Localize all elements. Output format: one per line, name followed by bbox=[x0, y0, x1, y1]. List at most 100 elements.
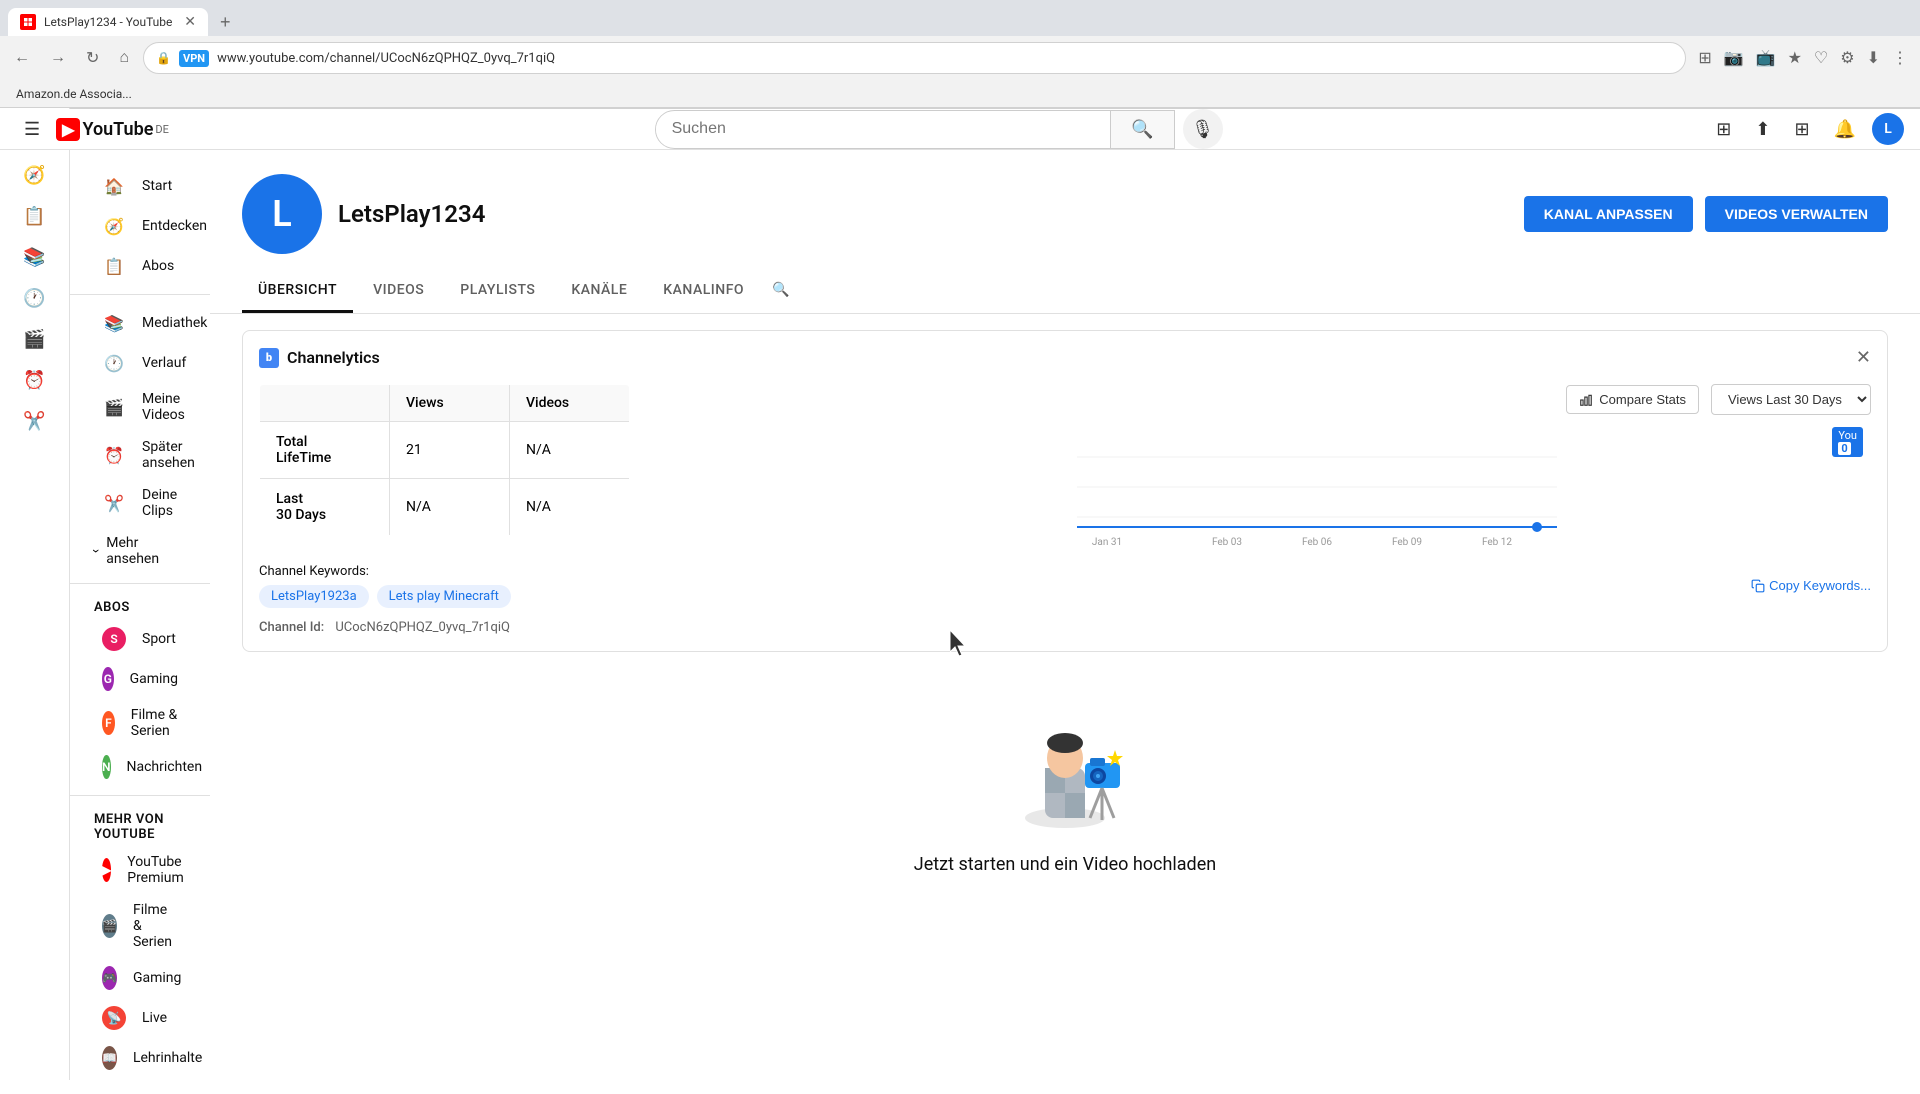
screenshot-icon[interactable]: 📷 bbox=[1720, 44, 1748, 72]
user-avatar[interactable]: L bbox=[1872, 113, 1904, 145]
gaming-avatar: G bbox=[102, 667, 114, 691]
notifications-button[interactable]: 🔔 bbox=[1826, 111, 1864, 148]
url-bar[interactable]: 🔒 VPN www.youtube.com/channel/UCocN6zQPH… bbox=[143, 42, 1686, 74]
extensions-icon[interactable]: ⊞ bbox=[1694, 44, 1715, 72]
mini-sidebar-home[interactable]: 🏠 bbox=[0, 150, 69, 153]
sidebar-item-start[interactable]: 🏠 Start bbox=[78, 166, 202, 206]
toolbar-icons: ⊞ 📷 📺 ★ ♡ ⚙ ⬇ ⋮ bbox=[1694, 44, 1912, 72]
settings-icon[interactable]: ⚙ bbox=[1836, 44, 1858, 72]
bookmark-star-icon[interactable]: ★ bbox=[1784, 44, 1806, 72]
sidebar-label-clips: Deine Clips bbox=[142, 487, 178, 519]
tab-search-icon[interactable]: 🔍 bbox=[764, 270, 797, 313]
upload-button[interactable]: ⬆ bbox=[1747, 111, 1778, 148]
lock-icon: 🔒 bbox=[156, 51, 171, 65]
mini-sidebar-library[interactable]: 📚 bbox=[0, 239, 69, 276]
channel-header: L LetsPlay1234 KANAL ANPASSEN VIDEOS VER… bbox=[210, 150, 1920, 254]
tab-kanalinfo[interactable]: KANALINFO bbox=[647, 270, 760, 313]
explore-icon: 🧭 bbox=[102, 214, 126, 238]
youtube-logo[interactable]: ▶ YouTube DE bbox=[56, 118, 169, 141]
sidebar-label-verlauf: Verlauf bbox=[142, 355, 186, 371]
last-views-value: N/A bbox=[406, 499, 431, 515]
sidebar-more-button[interactable]: › Mehr ansehen bbox=[70, 527, 210, 575]
keywords-section: Channel Keywords: LetsPlay1923a Lets pla… bbox=[259, 563, 1871, 608]
sidebar-divider-1 bbox=[70, 294, 210, 295]
tab-playlists-label: PLAYLISTS bbox=[460, 282, 535, 298]
sidebar-gaming2[interactable]: 🎮 Gaming bbox=[78, 958, 202, 998]
mini-sidebar-myvideos[interactable]: 🎬 bbox=[0, 321, 69, 358]
cast-icon[interactable]: 📺 bbox=[1752, 44, 1780, 72]
empty-state-text: Jetzt starten und ein Video hochladen bbox=[914, 854, 1216, 875]
sidebar-channel-gaming[interactable]: G Gaming bbox=[78, 659, 202, 699]
sidebar-item-spater[interactable]: ⏰ Später ansehen bbox=[78, 431, 202, 479]
tab-ubersicht[interactable]: ÜBERSICHT bbox=[242, 270, 353, 313]
sidebar-label-lehrinhalte: Lehrinhalte bbox=[133, 1050, 202, 1066]
total-views-value: 21 bbox=[406, 442, 422, 458]
sidebar-label-live: Live bbox=[142, 1010, 167, 1026]
tab-videos[interactable]: VIDEOS bbox=[357, 270, 440, 313]
tab-kanalinfo-label: KANALINFO bbox=[663, 282, 744, 298]
download-icon[interactable]: ⬇ bbox=[1863, 44, 1884, 72]
sidebar-filme-serien[interactable]: 🎬 Filme & Serien bbox=[78, 894, 202, 958]
panel-close-button[interactable]: ✕ bbox=[1856, 347, 1871, 368]
tab-playlists[interactable]: PLAYLISTS bbox=[444, 270, 551, 313]
abos-icon: 📋 bbox=[102, 254, 126, 278]
sidebar-item-abos[interactable]: 📋 Abos bbox=[78, 246, 202, 286]
forward-button[interactable]: → bbox=[44, 45, 72, 71]
mini-sidebar-explore[interactable]: 🧭 bbox=[0, 157, 69, 194]
sport-avatar: S bbox=[102, 627, 126, 651]
sidebar-live[interactable]: 📡 Live bbox=[78, 998, 202, 1038]
reload-button[interactable]: ↻ bbox=[80, 44, 105, 72]
sidebar-channel-filme[interactable]: F Filme & Serien bbox=[78, 699, 202, 747]
total-videos-value: N/A bbox=[526, 442, 551, 458]
sidebar-item-entdecken[interactable]: 🧭 Entdecken bbox=[78, 206, 202, 246]
sidebar-item-mediathek[interactable]: 📚 Mediathek bbox=[78, 303, 202, 343]
heart-icon[interactable]: ♡ bbox=[1810, 44, 1832, 72]
header-right: ⊞ ⬆ ⊞ 🔔 L bbox=[1708, 111, 1904, 148]
views-header-cell: Views bbox=[390, 385, 510, 422]
chevron-down-icon: › bbox=[88, 549, 104, 553]
channel-info: L LetsPlay1234 bbox=[242, 174, 485, 254]
sidebar-lehrinhalte[interactable]: 📖 Lehrinhalte bbox=[78, 1038, 202, 1078]
channel-actions: KANAL ANPASSEN VIDEOS VERWALTEN bbox=[1524, 196, 1888, 232]
mini-later-icon: ⏰ bbox=[23, 370, 45, 391]
stats-chart-container: Views Videos TotalLi bbox=[259, 384, 1871, 547]
search-button[interactable]: 🔍 bbox=[1110, 111, 1173, 148]
kanal-anpassen-button[interactable]: KANAL ANPASSEN bbox=[1524, 196, 1693, 232]
sidebar-yt-premium[interactable]: ▶ YouTube Premium bbox=[78, 846, 202, 894]
hamburger-menu-button[interactable]: ☰ bbox=[16, 111, 48, 148]
channel-id-value: UCocN6zQPHQZ_0yvq_7r1qiQ bbox=[335, 620, 510, 635]
copy-keywords-button[interactable]: Copy Keywords... bbox=[1751, 578, 1871, 593]
sidebar-item-verlauf[interactable]: 🕐 Verlauf bbox=[78, 343, 202, 383]
sidebar-item-meinevideos[interactable]: 🎬 Meine Videos bbox=[78, 383, 202, 431]
mini-sidebar-subscriptions[interactable]: 📋 bbox=[0, 198, 69, 235]
mini-sidebar-clips[interactable]: ✂️ bbox=[0, 403, 69, 440]
you-value: 0 bbox=[1838, 442, 1850, 455]
back-button[interactable]: ← bbox=[8, 45, 36, 71]
mini-lib-icon: 📚 bbox=[23, 247, 45, 268]
views-dropdown[interactable]: Views Last 30 Days bbox=[1711, 384, 1871, 415]
mic-button[interactable]: 🎙 bbox=[1183, 109, 1223, 149]
mini-myvid-icon: 🎬 bbox=[23, 329, 45, 350]
compare-stats-button[interactable]: Compare Stats bbox=[1566, 385, 1699, 414]
search-input[interactable] bbox=[656, 112, 1111, 146]
sidebar-channel-sport[interactable]: S Sport bbox=[78, 619, 202, 659]
home-button[interactable]: ⌂ bbox=[113, 45, 135, 71]
menu-icon[interactable]: ⋮ bbox=[1888, 44, 1912, 72]
tab-kanale[interactable]: KANÄLE bbox=[555, 270, 643, 313]
tab-close-btn[interactable]: ✕ bbox=[184, 14, 196, 30]
mini-sidebar-watchlater[interactable]: ⏰ bbox=[0, 362, 69, 399]
grid-apps-button[interactable]: ⊞ bbox=[1708, 111, 1739, 148]
bookmark-amazon[interactable]: Amazon.de Associa... bbox=[8, 85, 140, 103]
sidebar-label-nachrichten: Nachrichten bbox=[127, 759, 203, 775]
apps-grid-button[interactable]: ⊞ bbox=[1786, 111, 1817, 148]
new-tab-button[interactable]: + bbox=[212, 12, 239, 33]
main-content: L LetsPlay1234 KANAL ANPASSEN VIDEOS VER… bbox=[210, 150, 1920, 1094]
mini-sidebar-history[interactable]: 🕐 bbox=[0, 280, 69, 317]
active-tab[interactable]: LetsPlay1234 - YouTube ✕ bbox=[8, 8, 208, 36]
videos-verwalten-button[interactable]: VIDEOS VERWALTEN bbox=[1705, 196, 1888, 232]
sidebar-label-abos: Abos bbox=[142, 258, 174, 274]
mehr-von-yt-title: MEHR VON YOUTUBE bbox=[70, 804, 210, 846]
sidebar-item-clips[interactable]: ✂️ Deine Clips bbox=[78, 479, 202, 527]
sidebar-channel-nachrichten[interactable]: N Nachrichten bbox=[78, 747, 202, 787]
sidebar-label-gaming2: Gaming bbox=[133, 970, 181, 986]
